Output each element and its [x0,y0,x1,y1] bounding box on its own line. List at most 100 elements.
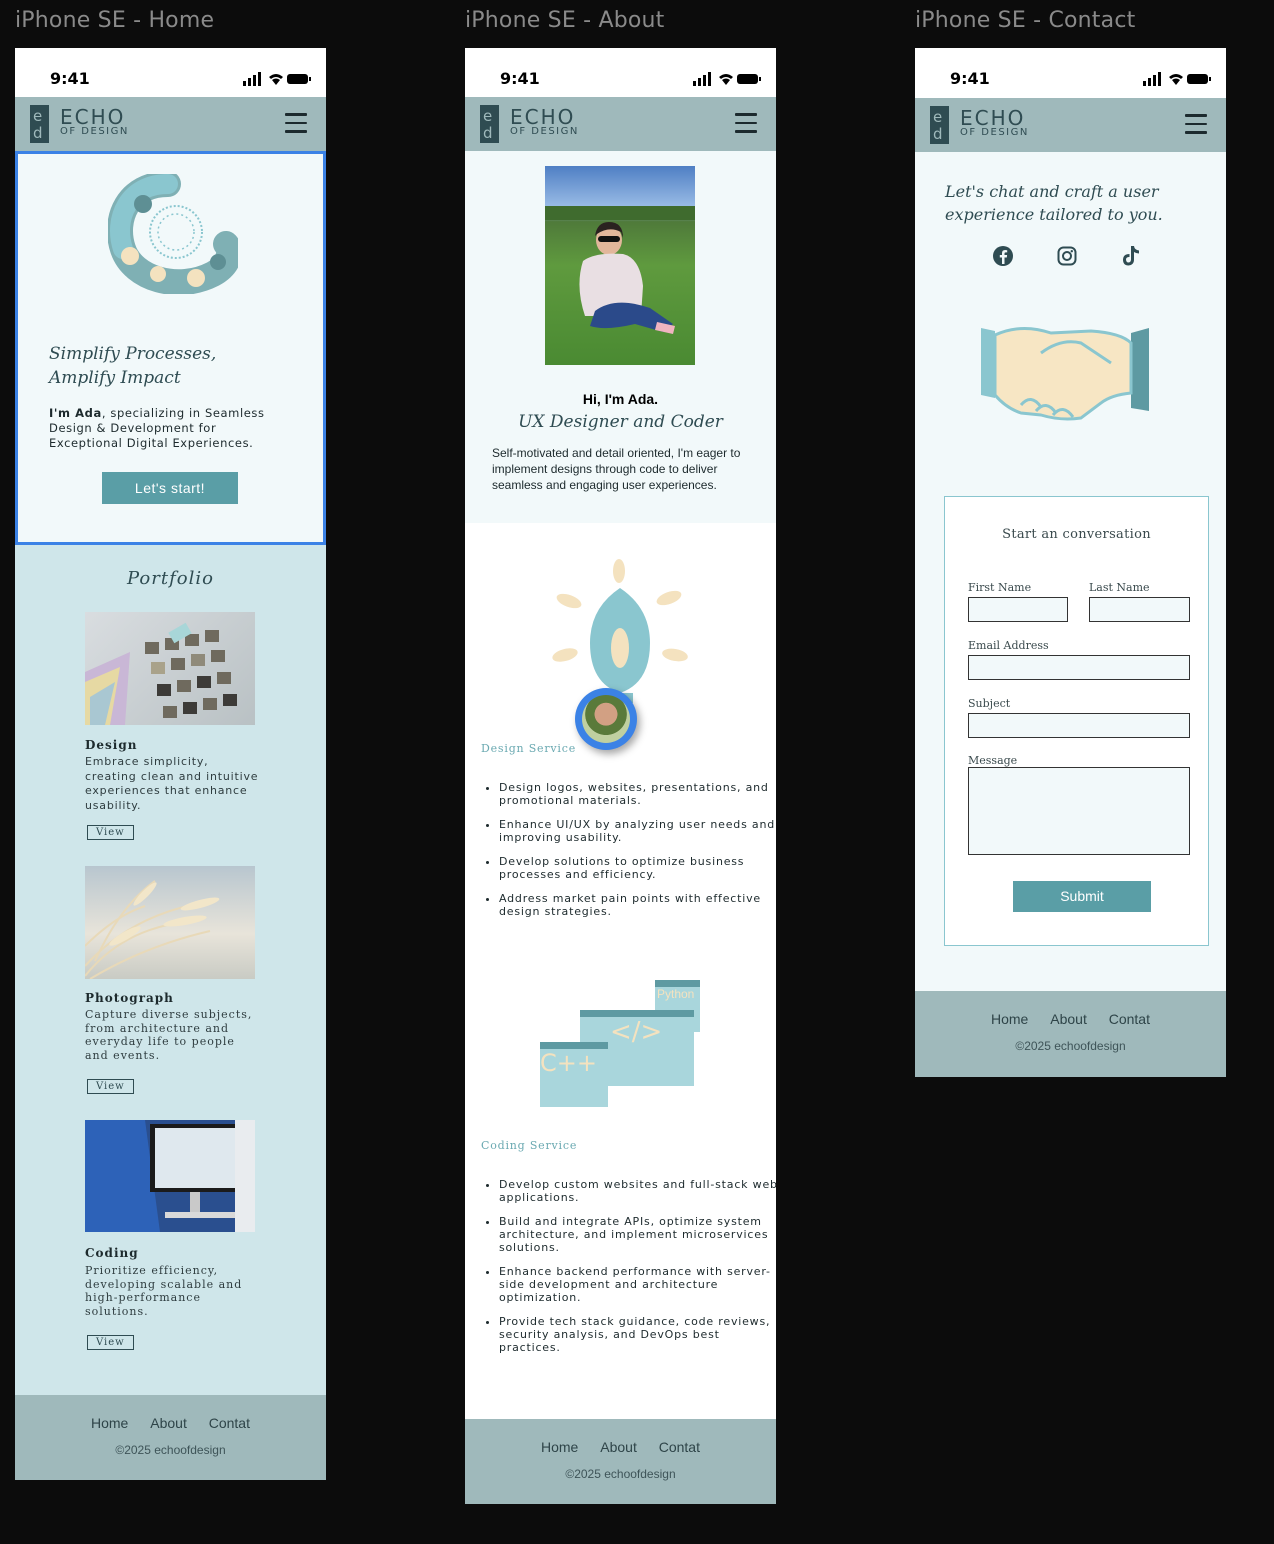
portfolio-photograph-view-button[interactable]: View [87,1079,134,1094]
footer-copyright: ©2025 echoofdesign [115,1443,226,1457]
footer-contact-link[interactable]: Contat [209,1415,250,1431]
design-point: Address market pain points with effectiv… [499,892,776,918]
coding-point: Provide tech stack guidance, code review… [499,1315,776,1354]
portfolio-design-image[interactable] [85,612,255,725]
frame-title-contact: iPhone SE - Contact [915,8,1136,33]
hero-intro-name: I'm Ada [49,406,102,420]
portfolio-photograph-title: Photograph [85,991,174,1005]
portfolio-coding-image[interactable] [85,1120,255,1232]
portfolio-coding-desc: Prioritize efficiency, developing scalab… [85,1264,243,1318]
design-service-label: Design Service [481,742,577,755]
portfolio-design-title: Design [85,738,138,752]
footer-home-link[interactable]: Home [991,1011,1028,1027]
svg-text:d: d [33,124,43,142]
logo-text[interactable]: ECHO OF DESIGN [960,108,1029,138]
logo-mark[interactable]: ed [930,106,949,144]
email-input[interactable] [968,655,1190,680]
facebook-icon[interactable] [992,245,1014,267]
logo-text[interactable]: ECHO OF DESIGN [60,107,129,137]
site-header: ed ECHO OF DESIGN [915,98,1226,152]
message-textarea[interactable] [968,767,1190,855]
logo-sub: OF DESIGN [960,127,1029,138]
status-time: 9:41 [500,69,540,88]
form-title: Start an conversation [1002,527,1151,542]
status-time: 9:41 [950,69,990,88]
menu-icon[interactable] [285,113,307,133]
code-windows-illustration: Python </> C++ [540,978,710,1113]
email-label: Email Address [968,639,1049,652]
first-name-input[interactable] [968,597,1068,622]
logo-echo: ECHO [60,105,126,129]
portfolio-design-desc: Embrace simplicity, creating clean and i… [85,755,259,812]
handshake-illustration [981,327,1149,421]
portfolio-design-view-button[interactable]: View [87,825,134,840]
site-footer: Home About Contat ©2025 echoofdesign [465,1419,776,1504]
status-icons [693,72,761,86]
svg-text:e: e [33,107,42,125]
footer-about-link[interactable]: About [150,1415,187,1431]
contact-frame[interactable]: 9:41 ed ECHO OF DESIGN Let's chat and cr… [915,48,1226,1077]
status-time: 9:41 [50,69,90,88]
logo-mark[interactable]: ed [480,105,499,143]
contact-form: Start an conversation First Name Last Na… [944,496,1209,946]
design-point: Design logos, websites, presentations, a… [499,781,776,807]
collaborator-avatar[interactable] [575,688,637,750]
logo-echo: ECHO [510,105,576,129]
instagram-icon[interactable] [1057,246,1077,266]
footer-copyright: ©2025 echoofdesign [565,1467,676,1481]
message-label: Message [968,754,1018,767]
design-point: Enhance UI/UX by analyzing user needs an… [499,818,776,844]
svg-text:d: d [483,124,493,142]
footer-copyright: ©2025 echoofdesign [1015,1039,1126,1053]
site-header: ed ECHO OF DESIGN [465,97,776,151]
spiral-logo-illustration [108,174,238,294]
hero-headline-line1: Simplify Processes, [49,344,217,364]
about-frame[interactable]: 9:41 ed ECHO OF DESIGN Hi, I'm Ada. UX D… [465,48,776,1504]
subject-label: Subject [968,697,1011,710]
about-role: UX Designer and Coder [518,412,723,432]
menu-icon[interactable] [735,113,757,133]
footer-about-link[interactable]: About [1050,1011,1087,1027]
logo-text[interactable]: ECHO OF DESIGN [510,107,579,137]
last-name-label: Last Name [1089,581,1150,594]
lets-start-button[interactable]: Let's start! [102,472,238,504]
menu-icon[interactable] [1185,114,1207,134]
python-label: Python [657,987,695,1001]
frame-title-home: iPhone SE - Home [15,8,215,33]
logo-sub: OF DESIGN [510,126,579,137]
portfolio-photograph-image[interactable] [84,866,255,980]
status-icons [1143,72,1211,86]
coding-service-list: Develop custom websites and full-stack w… [481,1178,776,1365]
hero-intro: I'm Ada, specializing in Seamless Design… [49,406,289,451]
cpp-label: C++ [540,1049,597,1077]
coding-point: Develop custom websites and full-stack w… [499,1178,776,1204]
svg-text:e: e [933,108,942,126]
footer-home-link[interactable]: Home [91,1415,128,1431]
footer-home-link[interactable]: Home [541,1439,578,1455]
status-bar: 9:41 [915,48,1226,98]
footer-contact-link[interactable]: Contat [1109,1011,1150,1027]
portfolio-title: Portfolio [127,568,214,589]
footer-contact-link[interactable]: Contat [659,1439,700,1455]
logo-sub: OF DESIGN [60,126,129,137]
submit-button[interactable]: Submit [1013,881,1151,912]
status-bar: 9:41 [465,48,776,97]
home-frame[interactable]: 9:41 ed ECHO OF DESIGN Simplify Processe… [15,48,326,1480]
subject-input[interactable] [968,713,1190,738]
logo-mark[interactable]: ed [30,105,49,143]
design-service-list: Design logos, websites, presentations, a… [481,781,776,929]
portfolio-coding-view-button[interactable]: View [87,1335,134,1350]
coding-service-label: Coding Service [481,1139,578,1152]
about-intro-section: Hi, I'm Ada. UX Designer and Coder Self-… [465,151,776,523]
portfolio-photograph-desc: Capture diverse subjects, from architect… [85,1008,253,1062]
contact-tagline: Let's chat and craft a user experience t… [945,182,1163,224]
hero-headline-line2: Amplify Impact [49,368,181,388]
footer-about-link[interactable]: About [600,1439,637,1455]
tiktok-icon[interactable] [1121,245,1141,267]
coding-point: Build and integrate APIs, optimize syste… [499,1215,776,1254]
site-header: ed ECHO OF DESIGN [15,97,326,151]
about-bio: Self-motivated and detail oriented, I'm … [492,446,741,492]
hero-headline: Simplify Processes, Amplify Impact [49,342,216,390]
status-bar: 9:41 [15,48,326,97]
last-name-input[interactable] [1089,597,1190,622]
